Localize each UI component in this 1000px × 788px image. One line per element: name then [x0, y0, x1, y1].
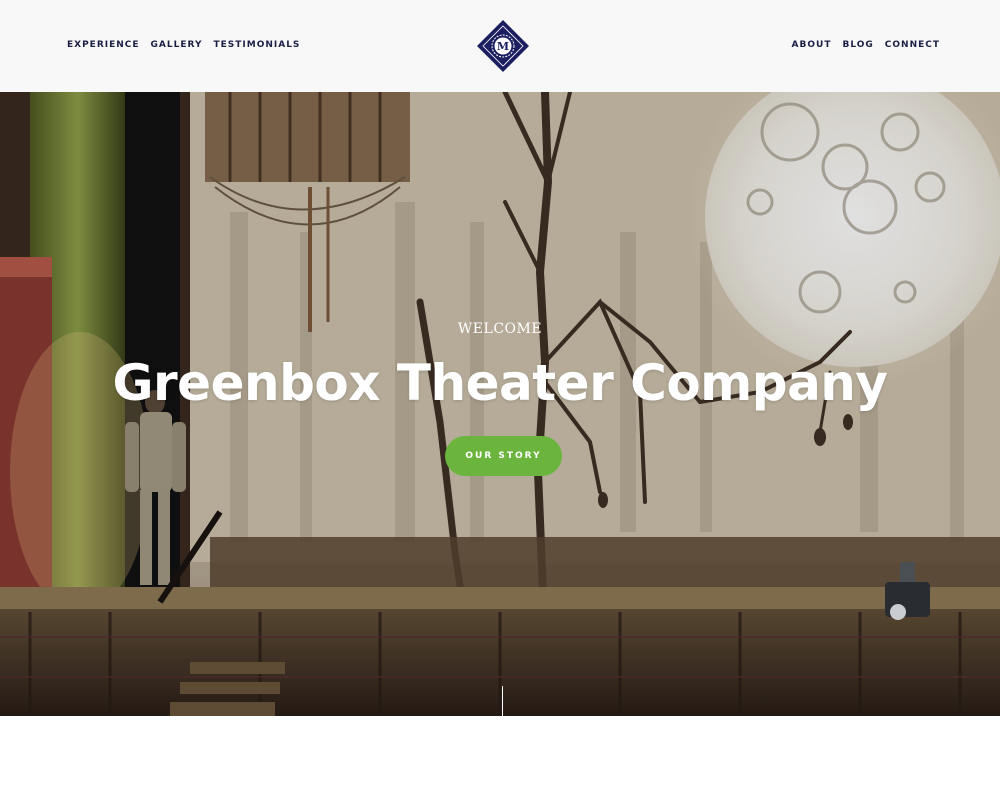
scroll-indicator[interactable] [502, 686, 503, 716]
nav-link-gallery[interactable]: GALLERY [151, 40, 203, 50]
site-logo[interactable]: M [476, 19, 530, 73]
logo-letter: M [497, 40, 509, 53]
site-header: EXPERIENCE GALLERY TESTIMONIALS M ABOUT … [0, 0, 1000, 92]
hero-eyebrow: WELCOME [457, 321, 543, 337]
primary-nav-left: EXPERIENCE GALLERY TESTIMONIALS [67, 40, 311, 50]
nav-link-about[interactable]: ABOUT [792, 40, 832, 50]
our-story-button[interactable]: OUR STORY [445, 436, 562, 476]
primary-nav-right: ABOUT BLOG CONNECT [781, 40, 940, 50]
nav-link-connect[interactable]: CONNECT [885, 40, 940, 50]
nav-link-blog[interactable]: BLOG [842, 40, 873, 50]
diamond-monogram-icon: M [477, 20, 529, 72]
nav-link-experience[interactable]: EXPERIENCE [67, 40, 140, 50]
nav-link-testimonials[interactable]: TESTIMONIALS [213, 40, 300, 50]
content-area [0, 716, 1000, 788]
hero-banner: WELCOME Greenbox Theater Company OUR STO… [0, 92, 1000, 716]
hero-title: Greenbox Theater Company [112, 354, 888, 412]
